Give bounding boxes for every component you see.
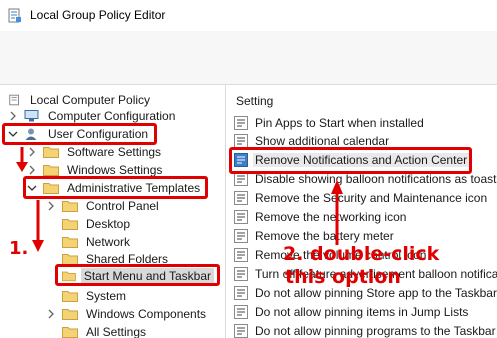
policy-setting-icon <box>234 247 248 262</box>
policy-setting-icon <box>234 266 248 281</box>
policy-label: Show additional calendar <box>255 133 390 148</box>
tree-item-desktop[interactable]: Desktop <box>62 215 133 233</box>
tree-item-label: Computer Configuration <box>48 109 176 123</box>
policy-label: Remove the networking icon <box>255 209 407 224</box>
tree-item-label: Software Settings <box>67 145 162 159</box>
step-2-label-line2: this option <box>285 266 401 288</box>
title-bar: Local Group Policy Editor <box>0 0 497 31</box>
chevron-right-icon[interactable] <box>8 111 18 121</box>
tree-item-start-menu-and-taskbar[interactable]: Start Menu and Taskbar <box>62 267 214 285</box>
policy-row[interactable]: Pin Apps to Start when installed <box>227 114 497 131</box>
folder-icon <box>62 291 78 302</box>
policy-editor-icon <box>8 8 21 23</box>
tree-item-label: Shared Folders <box>86 252 169 266</box>
policy-setting-icon <box>234 304 248 319</box>
policy-row[interactable]: Remove the networking icon <box>227 208 497 225</box>
tree-item-label: Control Panel <box>86 199 159 213</box>
chevron-right-icon[interactable] <box>46 309 56 319</box>
tree-item-network[interactable]: Network <box>62 233 133 251</box>
tree-item-windows-components[interactable]: Windows Components <box>46 305 209 323</box>
folder-icon <box>62 254 78 265</box>
column-header-setting[interactable]: Setting <box>236 94 273 108</box>
policy-label: Remove the battery meter <box>255 228 394 243</box>
tree-item-user-configuration[interactable]: User Configuration <box>8 125 151 143</box>
folder-icon <box>43 183 59 194</box>
tree-item-windows-settings[interactable]: Windows Settings <box>27 161 165 179</box>
policy-setting-icon <box>234 133 248 148</box>
chevron-right-icon[interactable] <box>27 165 37 175</box>
user-icon <box>25 128 37 140</box>
policy-row[interactable]: Show additional calendar <box>227 132 497 149</box>
tree-item-shared-folders[interactable]: Shared Folders <box>62 250 171 268</box>
policy-setting-icon <box>234 209 248 224</box>
folder-icon <box>43 165 59 176</box>
step-1-label: 1. <box>9 238 29 259</box>
policy-setting-icon <box>234 115 248 130</box>
tree-item-label: Network <box>86 235 131 249</box>
tree-item-label: Local Computer Policy <box>30 93 151 107</box>
policy-setting-icon <box>234 190 248 205</box>
tree-item-system[interactable]: System <box>62 287 129 305</box>
policy-setting-icon <box>234 171 248 186</box>
policy-setting-icon <box>234 285 248 300</box>
folder-icon <box>62 309 78 320</box>
chevron-right-icon[interactable] <box>27 147 37 157</box>
policy-label: Pin Apps to Start when installed <box>255 115 424 130</box>
policy-row[interactable]: Do not allow pinning items in Jump Lists <box>227 303 497 320</box>
policy-setting-icon <box>234 323 248 338</box>
folder-icon <box>62 327 78 338</box>
tree-item-label: Windows Settings <box>67 163 163 177</box>
policy-row[interactable]: Do not allow pinning programs to the Tas… <box>227 322 497 338</box>
tree-item-software-settings[interactable]: Software Settings <box>27 143 164 161</box>
policy-setting-icon <box>234 228 248 243</box>
tree-item-label: Windows Components <box>86 307 207 321</box>
tree-item-label: System <box>86 289 127 303</box>
chevron-down-icon[interactable] <box>8 129 18 139</box>
tree-item-label: Administrative Templates <box>67 181 201 195</box>
toolbar <box>0 31 497 85</box>
computer-icon <box>24 110 39 122</box>
policy-row[interactable]: Remove the battery meter <box>227 227 497 244</box>
folder-icon <box>62 201 78 212</box>
folder-icon <box>62 237 78 248</box>
step-2-label-line1: 2. double-click <box>283 243 440 265</box>
policy-setting-selected-icon <box>234 152 248 167</box>
policy-label: Disable showing balloon notifications as… <box>255 171 497 186</box>
tree-pane[interactable]: Local Computer Policy Computer Configura… <box>0 85 226 338</box>
settings-list-pane[interactable]: Setting Pin Apps to Start when installed… <box>227 85 497 338</box>
tree-item-computer-configuration[interactable]: Computer Configuration <box>8 107 178 125</box>
tree-item-label: User Configuration <box>48 127 149 141</box>
tree-item-label: Desktop <box>86 217 131 231</box>
window-title: Local Group Policy Editor <box>30 8 166 22</box>
chevron-down-icon[interactable] <box>27 183 37 193</box>
policy-label: Remove Notifications and Action Center <box>253 152 470 167</box>
computer-policy-icon <box>9 94 19 106</box>
tree-item-all-settings[interactable]: All Settings <box>62 323 149 338</box>
policy-label: Do not allow pinning programs to the Tas… <box>255 323 496 338</box>
folder-icon <box>62 219 78 230</box>
policy-row[interactable]: Remove the Security and Maintenance icon <box>227 189 497 206</box>
folder-icon <box>62 271 76 282</box>
tree-item-control-panel[interactable]: Control Panel <box>46 197 162 215</box>
policy-label: Do not allow pinning items in Jump Lists <box>255 304 469 319</box>
policy-label: Remove the Security and Maintenance icon <box>255 190 488 205</box>
policy-row-remove-notifications[interactable]: Remove Notifications and Action Center <box>227 151 497 168</box>
tree-item-administrative-templates[interactable]: Administrative Templates <box>27 179 203 197</box>
tree-item-label: Start Menu and Taskbar <box>80 268 214 284</box>
policy-row[interactable]: Disable showing balloon notifications as… <box>227 170 497 187</box>
folder-icon <box>43 147 59 158</box>
tree-item-label: All Settings <box>86 325 147 338</box>
chevron-right-icon[interactable] <box>46 201 56 211</box>
